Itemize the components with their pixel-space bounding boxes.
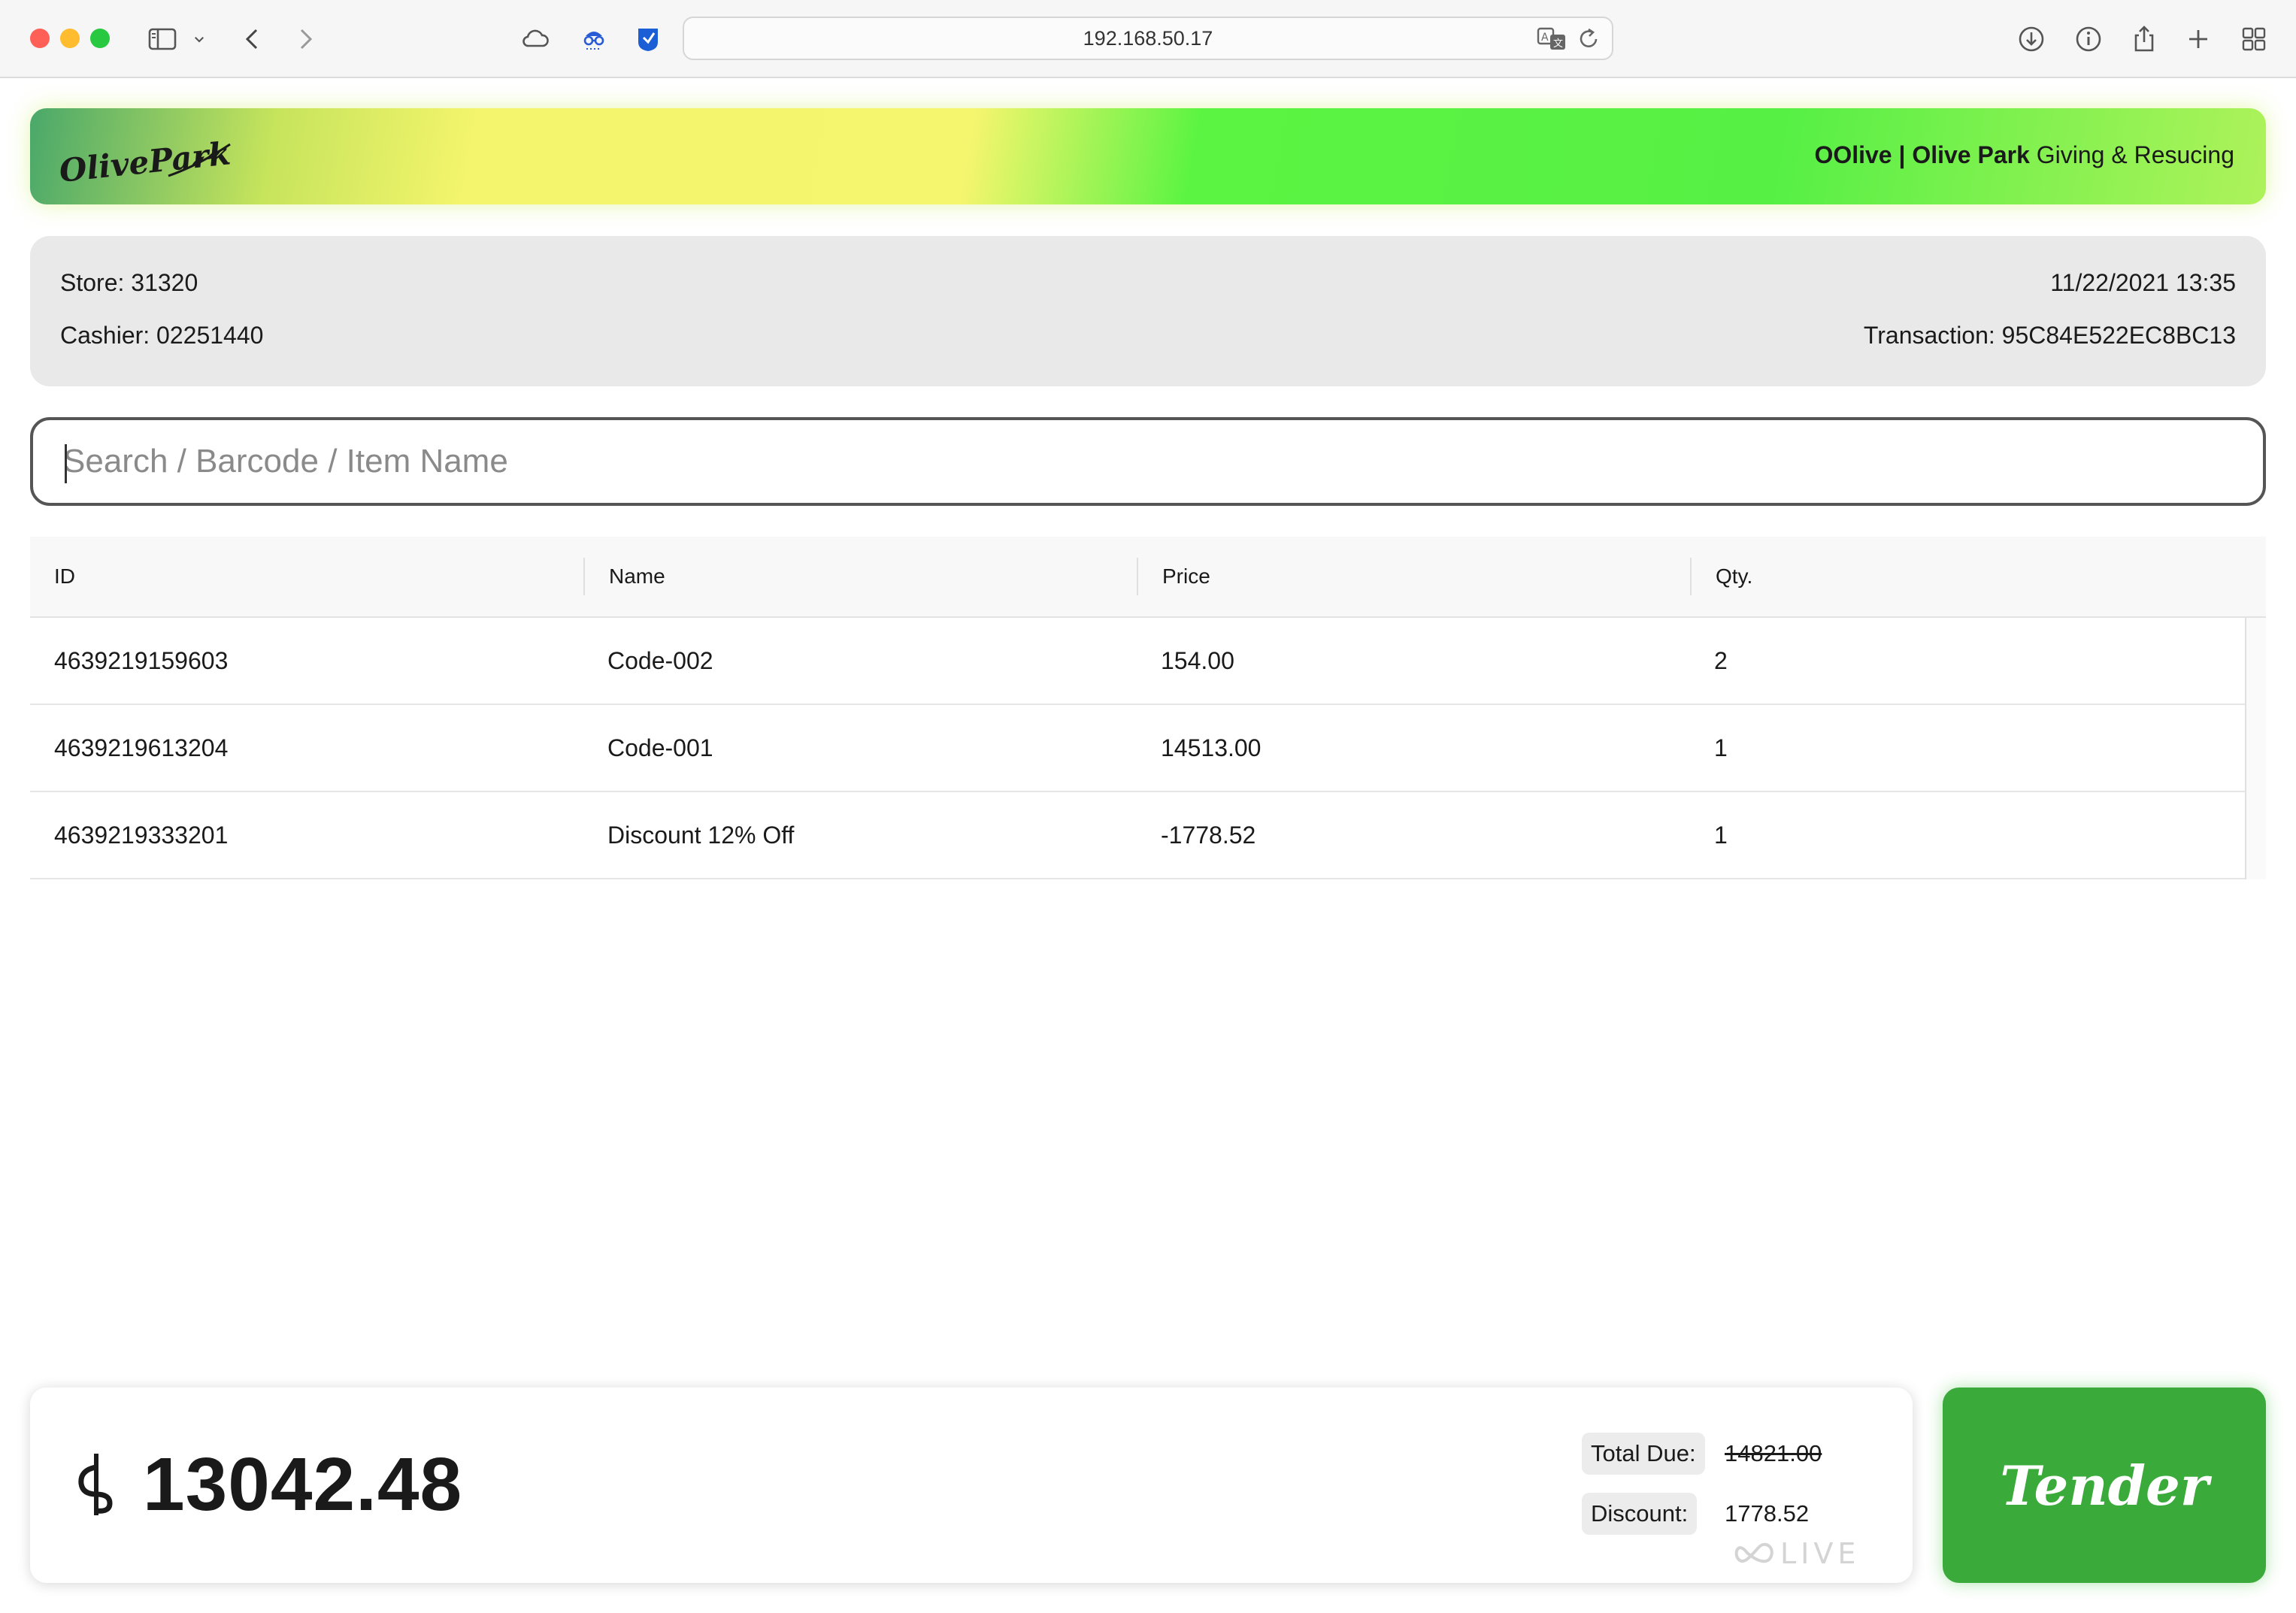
share-icon[interactable] <box>2128 23 2161 56</box>
brand-name: OOlive | Olive Park <box>1814 141 2030 168</box>
column-header-id[interactable]: ID <box>30 558 583 595</box>
browser-toolbar: 192.168.50.17 A文 <box>0 0 2296 78</box>
item-name: Discount 12% Off <box>607 821 795 849</box>
transaction-id: Transaction: 95C84E522EC8BC13 <box>1863 322 2236 349</box>
olive-park-logo: OlivePark <box>57 135 232 189</box>
icloud-icon[interactable] <box>519 23 552 56</box>
item-id: 4639219159603 <box>54 646 229 674</box>
download-icon[interactable] <box>2015 23 2048 56</box>
watermark-text: LIVE <box>1780 1537 1860 1570</box>
store-number: Store: 31320 <box>60 269 198 296</box>
item-qty: 2 <box>1714 646 1728 674</box>
item-id: 4639219613204 <box>54 734 229 761</box>
new-tab-icon[interactable] <box>2182 23 2215 56</box>
baht-sign-icon <box>78 1454 113 1515</box>
brand-title: OOlive | Olive Park Giving & Resucing <box>1814 141 2234 169</box>
cashier-id: Cashier: 02251440 <box>60 322 264 349</box>
amount-due: 13042.48 <box>143 1442 463 1527</box>
total-due-value: 14821.00 <box>1725 1440 1822 1466</box>
close-window-button[interactable] <box>30 29 50 48</box>
shield-extension-icon[interactable] <box>632 23 665 56</box>
zoom-window-button[interactable] <box>90 29 110 48</box>
sidebar-icon[interactable] <box>146 23 179 56</box>
translate-icon[interactable]: A文 <box>1537 26 1567 53</box>
table-row[interactable]: 4639219333201 Discount 12% Off -1778.52 … <box>30 792 2245 879</box>
minimize-window-button[interactable] <box>60 29 80 48</box>
privacy-icon[interactable] <box>577 23 610 56</box>
search-box[interactable] <box>30 417 2266 506</box>
tab-overview-icon[interactable] <box>2237 23 2270 56</box>
table-body: 4639219159603 Code-002 154.00 2 46392196… <box>30 618 2266 879</box>
address-bar[interactable]: 192.168.50.17 A文 <box>683 17 1613 60</box>
logo-text: OlivePark <box>57 135 232 189</box>
text-caret <box>65 444 67 483</box>
item-name: Code-001 <box>607 734 713 761</box>
info-icon[interactable] <box>2072 23 2105 56</box>
url-text: 192.168.50.17 <box>1083 26 1213 50</box>
item-qty: 1 <box>1714 821 1728 849</box>
item-qty: 1 <box>1714 734 1728 761</box>
header-banner: OlivePark OOlive | Olive Park Giving & R… <box>30 108 2266 204</box>
totals-panel: 13042.48 Total Due: 14821.00 Discount: 1… <box>30 1388 1913 1583</box>
tender-button[interactable]: Tender <box>1943 1388 2266 1583</box>
discount-label: Discount: <box>1582 1493 1698 1535</box>
column-header-qty[interactable]: Qty. <box>1690 558 2243 595</box>
column-header-name[interactable]: Name <box>583 558 1137 595</box>
item-name: Code-002 <box>607 646 713 674</box>
table-row[interactable]: 4639219159603 Code-002 154.00 2 <box>30 618 2245 705</box>
reload-icon[interactable] <box>1576 26 1601 52</box>
back-icon[interactable] <box>236 23 269 56</box>
transaction-info-panel: Store: 31320 Cashier: 02251440 11/22/202… <box>30 236 2266 386</box>
item-price: -1778.52 <box>1161 821 1256 849</box>
column-header-price[interactable]: Price <box>1137 558 1690 595</box>
item-price: 14513.00 <box>1161 734 1262 761</box>
table-scrollbar[interactable] <box>2245 618 2266 879</box>
item-id: 4639219333201 <box>54 821 229 849</box>
chevron-down-icon[interactable] <box>188 23 211 56</box>
oolive-watermark-logo: LIVE <box>1734 1537 1860 1570</box>
items-table: ID Name Price Qty. 4639219159603 Code-00… <box>30 537 2266 879</box>
search-input[interactable] <box>63 435 2228 488</box>
brand-tagline: Giving & Resucing <box>2029 141 2234 168</box>
table-row[interactable]: 4639219613204 Code-001 14513.00 1 <box>30 705 2245 792</box>
transaction-datetime: 11/22/2021 13:35 <box>2050 269 2236 296</box>
svg-text:文: 文 <box>1553 38 1563 50</box>
table-header: ID Name Price Qty. <box>30 537 2266 618</box>
item-price: 154.00 <box>1161 646 1234 674</box>
total-due-label: Total Due: <box>1582 1433 1705 1475</box>
discount-value: 1778.52 <box>1725 1500 1810 1527</box>
svg-text:A: A <box>1541 32 1549 44</box>
forward-icon[interactable] <box>289 23 322 56</box>
